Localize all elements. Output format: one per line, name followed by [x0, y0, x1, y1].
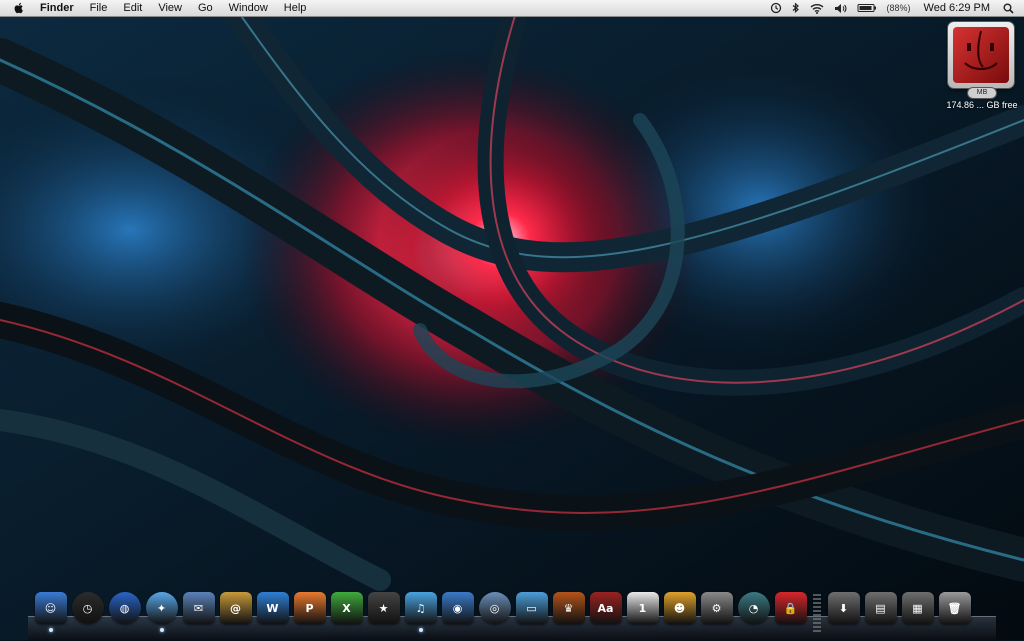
finder-face-icon: [953, 27, 1009, 83]
dock-item[interactable]: ◍: [106, 588, 143, 636]
apple-icon[interactable]: [12, 1, 26, 15]
menu-bar: Finder File Edit View Go Window Help (88…: [0, 0, 1024, 17]
dock-item[interactable]: ▦: [899, 588, 936, 636]
game-icon[interactable]: ♛: [552, 592, 585, 624]
menu-extras: (88%) Wed 6:29 PM: [765, 0, 1024, 16]
lock-icon[interactable]: 🔒: [774, 592, 807, 624]
menu-file[interactable]: File: [82, 0, 116, 16]
dock-item[interactable]: ✦: [143, 588, 180, 636]
menu-edit[interactable]: Edit: [115, 0, 150, 16]
dock-item[interactable]: ⚙: [698, 588, 735, 636]
network-icon[interactable]: ◎: [478, 592, 511, 624]
dock-item[interactable]: ◉: [439, 588, 476, 636]
volume-icon[interactable]: [829, 0, 852, 16]
menu-window[interactable]: Window: [221, 0, 276, 16]
downloads-icon[interactable]: ⬇: [827, 592, 860, 624]
running-indicator: [418, 628, 423, 632]
dock-item[interactable]: ◷: [69, 588, 106, 636]
wifi-icon[interactable]: [805, 0, 829, 16]
word-icon[interactable]: W: [256, 592, 289, 624]
dock: ☺ ◷ ◍ ✦ ✉ @ W P X ★ ♫ ◉ ◎ ▭ ♛ Aa 1 ☻ ⚙ ◔ 🔒 ⬇ ▤ ▦ 🗑: [32, 588, 973, 636]
bluetooth-icon[interactable]: [787, 0, 805, 16]
dock-item[interactable]: ▭: [513, 588, 550, 636]
dock-item[interactable]: ▤: [862, 588, 899, 636]
address-book-icon[interactable]: @: [219, 592, 252, 624]
drive-free-space-label: 174.86 ... GB free: [946, 100, 1018, 110]
dock-item[interactable]: X: [328, 588, 365, 636]
menu-go[interactable]: Go: [190, 0, 221, 16]
dock-item[interactable]: P: [291, 588, 328, 636]
app-tile-icon[interactable]: ▭: [515, 592, 548, 624]
dock-item[interactable]: ⬇: [825, 588, 862, 636]
iphoto-icon[interactable]: ◉: [441, 592, 474, 624]
dock-item[interactable]: W: [254, 588, 291, 636]
trash-icon[interactable]: 🗑: [938, 592, 971, 624]
documents-icon[interactable]: ▤: [864, 592, 897, 624]
system-preferences-icon[interactable]: ⚙: [700, 592, 733, 624]
itunes-icon[interactable]: ♫: [404, 592, 437, 624]
dock-item[interactable]: 🔒: [772, 588, 809, 636]
character-icon[interactable]: ☻: [663, 592, 696, 624]
battery-icon[interactable]: [852, 0, 882, 16]
dock-separator[interactable]: [813, 594, 821, 634]
safari-icon[interactable]: ✦: [145, 592, 178, 624]
finder-icon[interactable]: ☺: [34, 592, 67, 624]
excel-icon[interactable]: X: [330, 592, 363, 624]
dock-item[interactable]: ♫: [402, 588, 439, 636]
dock-item[interactable]: ★: [365, 588, 402, 636]
menu-clock[interactable]: Wed 6:29 PM: [916, 0, 998, 16]
time-machine-icon[interactable]: ◔: [737, 592, 770, 624]
imovie-icon[interactable]: ★: [367, 592, 400, 624]
dock-item[interactable]: @: [217, 588, 254, 636]
dictionary-icon[interactable]: Aa: [589, 592, 622, 624]
dock-item[interactable]: ◎: [476, 588, 513, 636]
dock-item[interactable]: ☻: [661, 588, 698, 636]
time-machine-menu-icon[interactable]: [765, 0, 787, 16]
hard-drive-icon[interactable]: [948, 22, 1014, 88]
dock-item[interactable]: ◔: [735, 588, 772, 636]
powerpoint-icon[interactable]: P: [293, 592, 326, 624]
battery-percent: (88%): [886, 3, 911, 13]
app-menu-finder[interactable]: Finder: [36, 0, 82, 16]
running-indicator: [48, 628, 53, 632]
running-indicator: [159, 628, 164, 632]
google-earth-icon[interactable]: ◍: [108, 592, 141, 624]
mail-icon[interactable]: ✉: [182, 592, 215, 624]
dock-item[interactable]: 1: [624, 588, 661, 636]
spotlight-search-icon[interactable]: [998, 0, 1024, 16]
dock-item[interactable]: ♛: [550, 588, 587, 636]
drive-badge: MB: [968, 88, 996, 98]
ical-icon[interactable]: 1: [626, 592, 659, 624]
dock-item[interactable]: ☺: [32, 588, 69, 636]
menu-help[interactable]: Help: [276, 0, 315, 16]
dock-item[interactable]: 🗑: [936, 588, 973, 636]
menu-view[interactable]: View: [150, 0, 190, 16]
pictures-icon[interactable]: ▦: [901, 592, 934, 624]
desktop-wallpaper: [0, 0, 1024, 640]
dashboard-icon[interactable]: ◷: [71, 592, 104, 624]
dock-item[interactable]: ✉: [180, 588, 217, 636]
dock-item[interactable]: Aa: [587, 588, 624, 636]
